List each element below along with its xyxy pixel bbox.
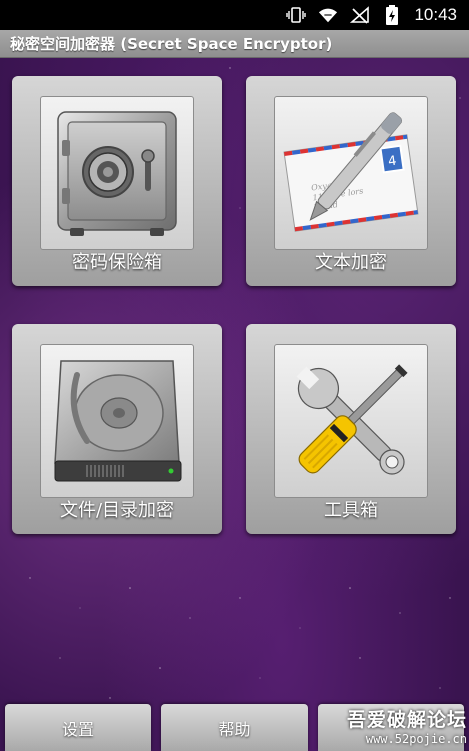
tools-icon: [296, 364, 408, 475]
battery-charging-icon: [382, 5, 402, 25]
safe-icon: [57, 111, 177, 236]
status-bar: 10:43: [0, 0, 469, 30]
hard-drive-icon: [54, 360, 182, 482]
file-encryption-button[interactable]: 文件/目录加密: [12, 324, 222, 534]
clock: 10:43: [414, 5, 457, 24]
watermark-line1: 吾爱破解论坛: [346, 708, 467, 731]
app-title: 秘密空间加密器 (Secret Space Encryptor): [10, 35, 333, 53]
vibrate-icon: [286, 5, 307, 25]
settings-button[interactable]: 设置: [5, 704, 151, 751]
help-button[interactable]: 帮助: [161, 704, 308, 751]
tile-label: 工具箱: [324, 500, 378, 521]
password-safe-button[interactable]: 密码保险箱: [12, 76, 222, 286]
envelope-pen-icon: 4 Oxygen 1100 Se lors World: [283, 112, 419, 232]
tile-label: 文本加密: [315, 252, 387, 273]
tile-label: 密码保险箱: [72, 252, 162, 273]
toolbox-button[interactable]: 工具箱: [246, 324, 456, 534]
no-signal-icon: [350, 5, 370, 25]
tile-icon-frame: [40, 96, 194, 250]
tile-icon-frame: 4 Oxygen 1100 Se lors World: [274, 96, 428, 250]
app-title-bar: 秘密空间加密器 (Secret Space Encryptor): [0, 30, 469, 58]
watermark-line2: www.52pojie.cn: [365, 731, 467, 746]
tile-icon-frame: [40, 344, 194, 498]
tile-label: 文件/目录加密: [59, 500, 175, 521]
watermark: 吾爱破解论坛 www.52pojie.cn: [317, 701, 467, 749]
text-encryption-button[interactable]: 4 Oxygen 1100 Se lors World 文本加密: [246, 76, 456, 286]
wifi-icon: [318, 5, 338, 25]
tile-icon-frame: [274, 344, 428, 498]
